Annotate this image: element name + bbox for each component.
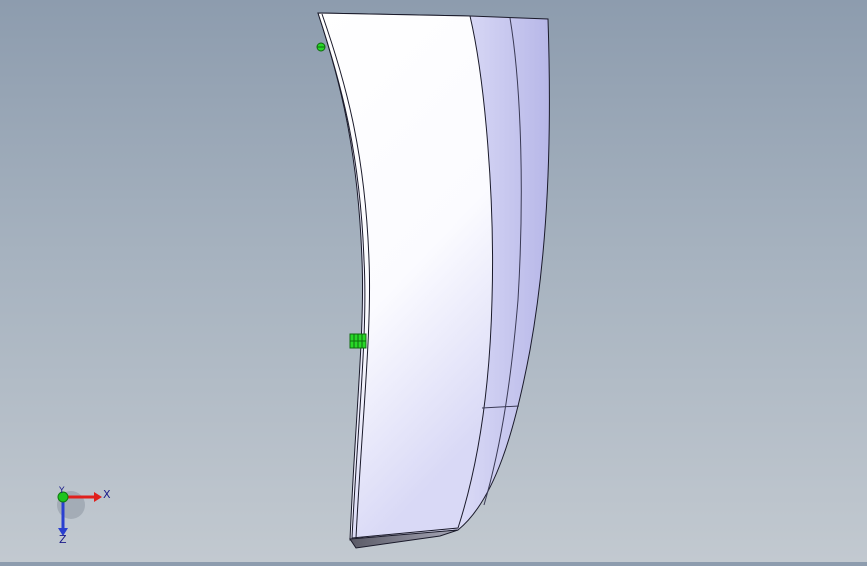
y-axis-label: Y — [58, 486, 65, 496]
part-front-face[interactable] — [317, 12, 494, 539]
mounting-tab-middle[interactable] — [349, 333, 367, 349]
x-axis-arrowhead — [94, 492, 102, 502]
x-axis-label: X — [103, 488, 111, 501]
model-canvas[interactable]: X Y Z — [0, 0, 867, 562]
part-body[interactable] — [317, 12, 550, 549]
graphics-viewport[interactable]: X Y Z — [0, 0, 867, 562]
z-axis-label: Z — [59, 533, 67, 546]
view-orientation-triad[interactable]: X Y Z — [57, 486, 111, 546]
mounting-tab-top[interactable] — [316, 42, 326, 52]
